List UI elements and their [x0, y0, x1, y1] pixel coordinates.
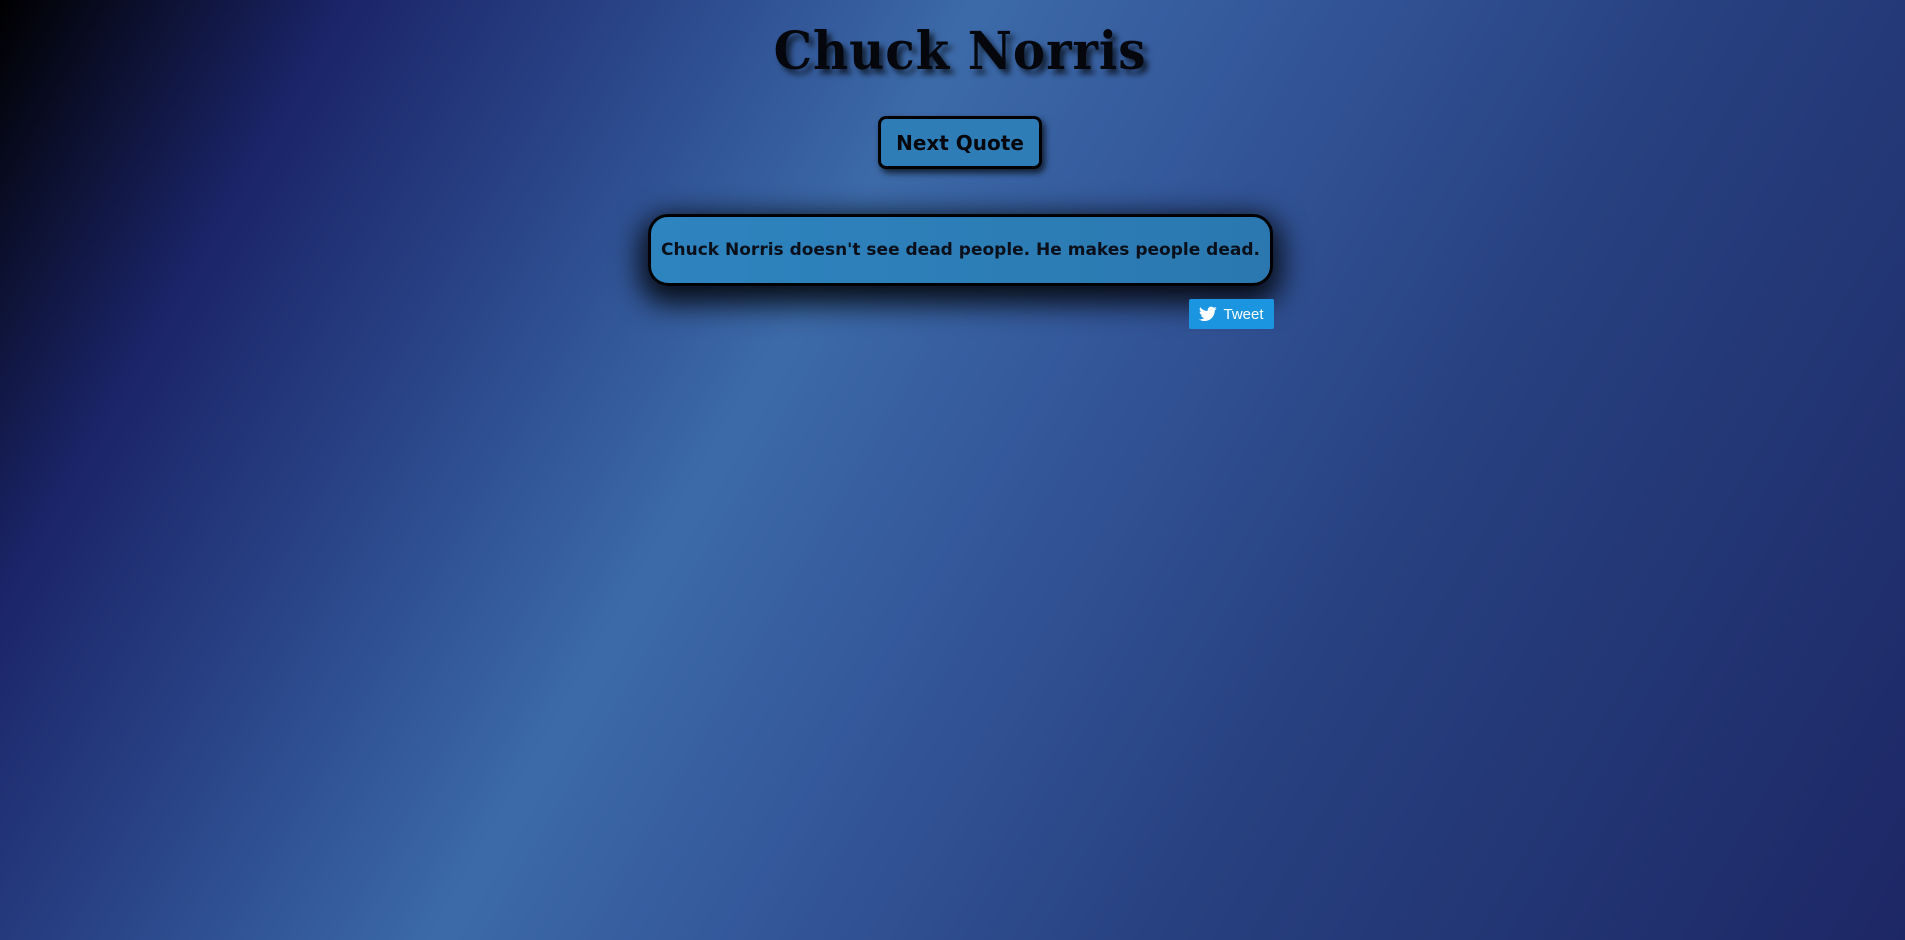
next-quote-button[interactable]: Next Quote [878, 116, 1042, 169]
page-title: Chuck Norris [773, 21, 1147, 82]
quote-card: Chuck Norris doesn't see dead people. He… [648, 214, 1273, 286]
tweet-label: Tweet [1223, 305, 1264, 323]
quote-text: Chuck Norris doesn't see dead people. He… [661, 240, 1260, 260]
tweet-button[interactable]: Tweet [1189, 299, 1274, 329]
twitter-bird-icon [1199, 306, 1218, 322]
